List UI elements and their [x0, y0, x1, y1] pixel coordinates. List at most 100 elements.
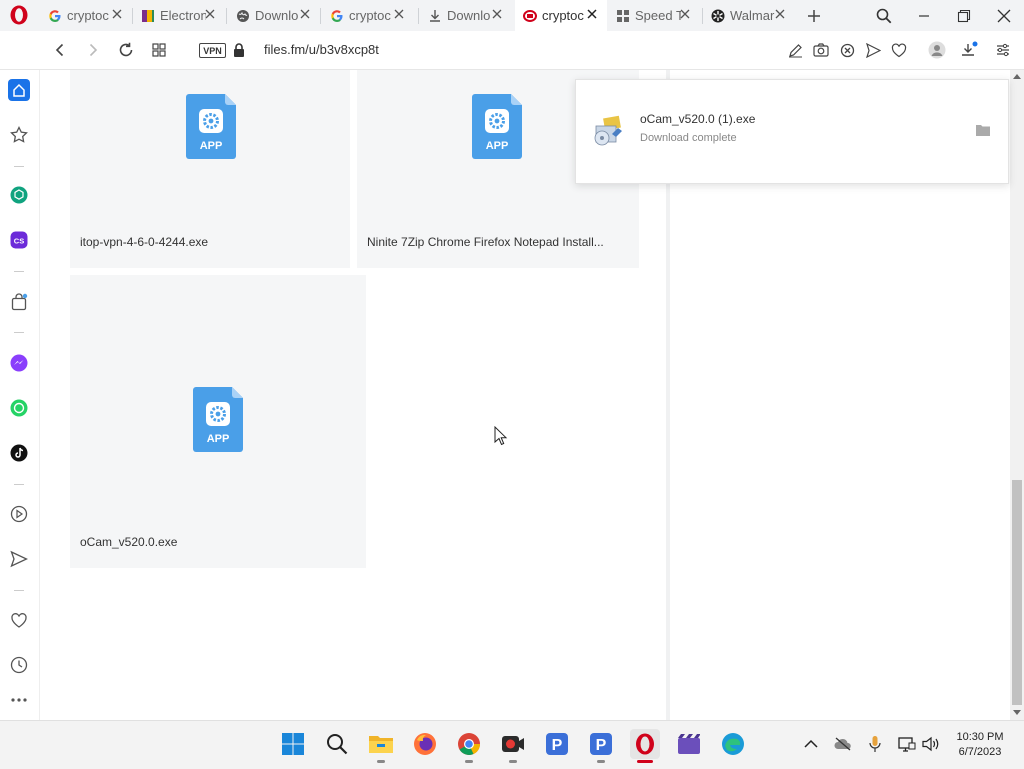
tab-bar: cryptoc Electron Downlo cryptoc Downlo c…	[0, 0, 1024, 31]
heart-icon[interactable]	[888, 39, 910, 61]
send-icon[interactable]	[862, 39, 884, 61]
system-clock[interactable]: 10:30 PM 6/7/2023	[950, 730, 1010, 760]
svg-text:APP: APP	[200, 140, 223, 152]
app-file-icon: APP	[472, 94, 522, 159]
file-name[interactable]: itop-vpn-4-6-0-4244.exe	[80, 235, 208, 249]
scroll-down-icon[interactable]	[1013, 710, 1021, 716]
chatsonic-icon[interactable]: CS	[8, 229, 30, 251]
opera-menu-icon[interactable]	[8, 4, 30, 26]
tab-2[interactable]: Electron	[133, 0, 225, 31]
back-button[interactable]	[49, 39, 71, 61]
download-filename[interactable]: oCam_v520.0 (1).exe	[640, 112, 755, 126]
svg-text:P: P	[596, 737, 607, 754]
running-indicator	[597, 760, 605, 763]
tab-7[interactable]: Speed T	[608, 0, 700, 31]
tab-5[interactable]: Downlo	[420, 0, 512, 31]
tab-3[interactable]: Downlo	[228, 0, 320, 31]
clipchamp-icon[interactable]	[674, 729, 704, 759]
running-indicator	[377, 760, 385, 763]
file-explorer-icon[interactable]	[366, 729, 396, 763]
whatsapp-icon[interactable]	[8, 397, 30, 419]
download-icon	[428, 9, 442, 23]
divider	[14, 484, 24, 485]
camera-icon[interactable]	[810, 39, 832, 61]
search-icon[interactable]	[322, 729, 352, 759]
close-icon[interactable]	[110, 7, 124, 21]
tab-1[interactable]: cryptoc	[40, 0, 132, 31]
minimize-button[interactable]	[913, 5, 935, 27]
chatgpt-icon[interactable]	[8, 184, 30, 206]
edit-icon[interactable]	[784, 39, 806, 61]
close-icon[interactable]	[490, 7, 504, 21]
chrome-icon[interactable]	[454, 729, 484, 763]
edge-icon[interactable]	[718, 729, 748, 759]
tab-label: cryptoc	[542, 8, 584, 23]
more-options-icon[interactable]	[8, 689, 30, 711]
scroll-thumb[interactable]	[1012, 480, 1022, 705]
divider	[14, 271, 24, 272]
google-icon	[48, 9, 62, 23]
mouse-cursor-icon	[494, 426, 508, 446]
show-hidden-icons-chevron-icon[interactable]	[802, 735, 820, 753]
firefox-icon[interactable]	[410, 729, 440, 759]
close-icon[interactable]	[678, 7, 692, 21]
show-in-folder-icon[interactable]	[976, 124, 990, 136]
downloads-icon[interactable]	[958, 39, 980, 61]
tabs-grid-icon[interactable]	[148, 39, 170, 61]
player-icon[interactable]	[8, 503, 30, 525]
p-app-icon[interactable]: P	[542, 729, 572, 759]
bookmarks-star-icon[interactable]	[8, 124, 30, 146]
restore-button[interactable]	[953, 5, 975, 27]
close-icon[interactable]	[392, 7, 406, 21]
favorites-heart-icon[interactable]	[8, 609, 30, 631]
search-tabs-icon[interactable]	[873, 5, 895, 27]
file-card[interactable]: APP oCam_v520.0.exe	[70, 275, 366, 568]
tab-4[interactable]: cryptoc	[322, 0, 414, 31]
ad-blocker-icon[interactable]	[836, 39, 858, 61]
close-icon[interactable]	[203, 7, 217, 21]
shopping-bag-icon[interactable]	[8, 291, 30, 313]
scroll-up-icon[interactable]	[1013, 73, 1021, 79]
globe-icon	[236, 9, 250, 23]
forward-button[interactable]	[82, 39, 104, 61]
lock-icon[interactable]	[232, 42, 246, 58]
clock-time: 10:30 PM	[956, 731, 1004, 743]
close-window-button[interactable]	[993, 5, 1015, 27]
start-windows-icon[interactable]	[278, 729, 308, 759]
close-icon[interactable]	[585, 7, 599, 21]
vpn-badge[interactable]: VPN	[199, 43, 226, 58]
history-clock-icon[interactable]	[8, 654, 30, 676]
divider	[14, 590, 24, 591]
sidebar: CS	[0, 70, 40, 720]
screen-recorder-icon[interactable]	[498, 729, 528, 763]
address-bar: VPN files.fm/u/b3v8xcp8t	[0, 31, 1024, 70]
network-icon[interactable]	[898, 735, 916, 753]
file-name[interactable]: oCam_v520.0.exe	[80, 535, 177, 549]
divider	[14, 166, 24, 167]
tab-6-active[interactable]: cryptoc	[515, 0, 607, 31]
files-fm-icon	[523, 9, 537, 23]
flow-send-icon[interactable]	[8, 548, 30, 570]
tab-separator	[226, 8, 227, 24]
tab-label: Speed T	[635, 8, 681, 23]
microphone-icon[interactable]	[866, 735, 884, 753]
profile-avatar-icon[interactable]	[926, 39, 948, 61]
new-tab-button[interactable]	[803, 5, 825, 27]
p-app-2-icon[interactable]: P	[586, 729, 616, 763]
file-name[interactable]: Ninite 7Zip Chrome Firefox Notepad Insta…	[367, 235, 604, 249]
easy-setup-icon[interactable]	[992, 39, 1014, 61]
speed-dial-home-icon[interactable]	[8, 79, 30, 101]
volume-icon[interactable]	[922, 735, 940, 753]
tiktok-icon[interactable]	[8, 442, 30, 464]
url-text[interactable]: files.fm/u/b3v8xcp8t	[264, 42, 379, 57]
onedrive-offline-icon[interactable]	[834, 735, 852, 753]
close-icon[interactable]	[298, 7, 312, 21]
close-icon[interactable]	[773, 7, 787, 21]
tab-label: Downlo	[447, 8, 491, 23]
messenger-icon[interactable]	[8, 352, 30, 374]
page-scrollbar[interactable]	[1010, 70, 1024, 720]
tab-8[interactable]: Walmar	[703, 0, 795, 31]
file-card[interactable]: APP itop-vpn-4-6-0-4244.exe	[70, 70, 350, 268]
opera-taskbar-icon[interactable]	[630, 729, 660, 763]
reload-button[interactable]	[115, 39, 137, 61]
